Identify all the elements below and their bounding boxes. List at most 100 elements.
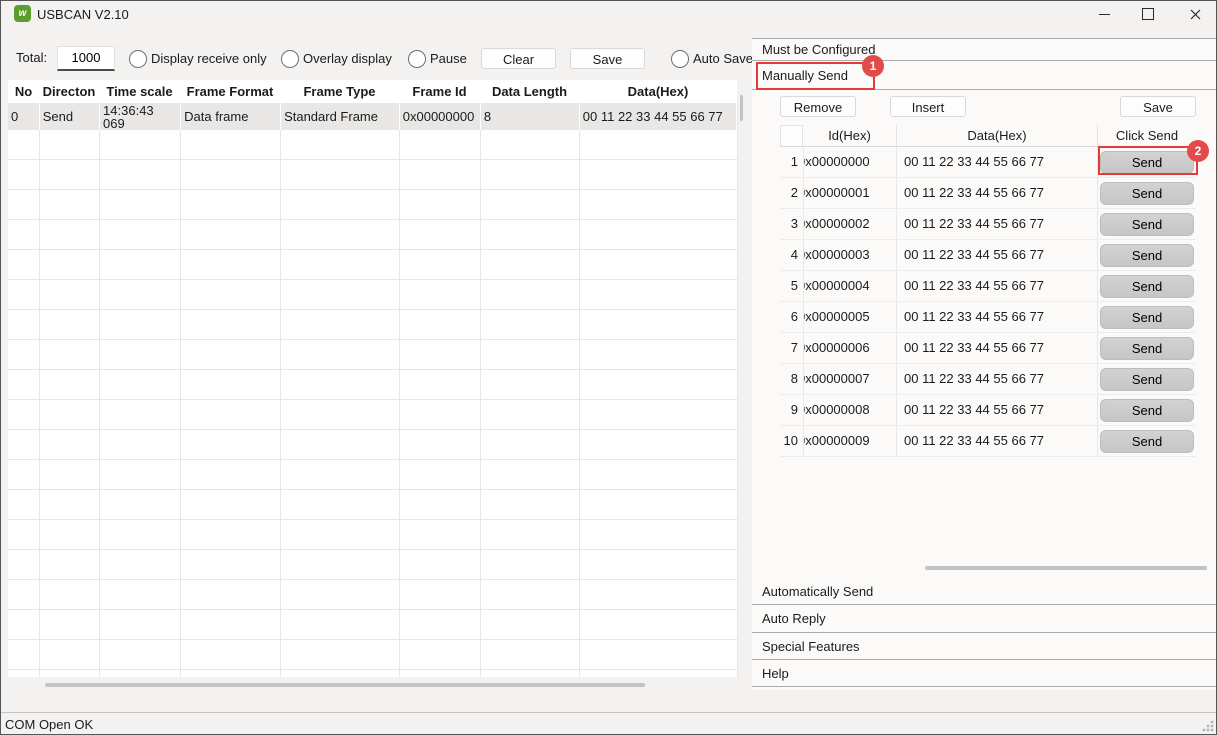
row-id-cell[interactable]: 0x00000009 <box>803 426 897 456</box>
row-data-cell[interactable]: 00 11 22 33 44 55 66 77 <box>897 147 1098 177</box>
col-frame-type: Frame Type <box>280 84 399 99</box>
row-id-cell[interactable]: 0x00000007 <box>803 364 897 394</box>
grid-line <box>180 130 181 677</box>
row-data-cell[interactable]: 00 11 22 33 44 55 66 77 <box>897 178 1098 208</box>
row-id-cell[interactable]: 0x00000008 <box>803 395 897 425</box>
send-button[interactable]: Send <box>1100 430 1194 453</box>
cell-frame-type: Standard Frame <box>281 103 399 131</box>
row-data-cell[interactable]: 00 11 22 33 44 55 66 77 <box>897 426 1098 456</box>
row-number: 4 <box>780 240 803 270</box>
maximize-icon <box>1142 8 1154 20</box>
send-button[interactable]: Send <box>1100 182 1194 205</box>
status-text: COM Open OK <box>5 717 93 732</box>
cell-frame-id: 0x00000000 <box>400 103 480 131</box>
row-number: 7 <box>780 333 803 363</box>
send-button[interactable]: Send <box>1100 275 1194 298</box>
manual-table-row: 1 0x00000000 00 11 22 33 44 55 66 77 Sen… <box>780 147 1196 178</box>
row-data-cell[interactable]: 00 11 22 33 44 55 66 77 <box>897 271 1098 301</box>
manual-panel-hscrollbar[interactable] <box>925 566 1207 570</box>
receive-table-hscrollbar[interactable] <box>45 683 645 687</box>
grid-line <box>480 130 481 677</box>
row-id-cell[interactable]: 0x00000006 <box>803 333 897 363</box>
row-data-cell[interactable]: 00 11 22 33 44 55 66 77 <box>897 240 1098 270</box>
accordion-special-features[interactable]: Special Features <box>752 633 1217 660</box>
save-button[interactable]: Save <box>570 48 645 69</box>
col-data-length: Data Length <box>480 84 579 99</box>
cell-direction: Send <box>40 103 99 131</box>
row-id-cell[interactable]: 0x00000005 <box>803 302 897 332</box>
send-button[interactable]: Send <box>1100 244 1194 267</box>
row-data-cell[interactable]: 00 11 22 33 44 55 66 77 <box>897 302 1098 332</box>
col-time-scale: Time scale <box>99 84 180 99</box>
minimize-button[interactable] <box>1084 0 1124 28</box>
table-right-edge <box>737 101 738 677</box>
manual-table-row: 2 0x00000001 00 11 22 33 44 55 66 77 Sen… <box>780 178 1196 209</box>
col-no: No <box>8 84 39 99</box>
grid-line <box>579 130 580 677</box>
receive-table-row[interactable]: 0 Send 14:36:43069 Data frame Standard F… <box>8 103 737 131</box>
resize-grip[interactable] <box>1202 720 1214 732</box>
remove-button[interactable]: Remove <box>780 96 856 117</box>
display-receive-only-checkbox[interactable] <box>129 50 147 68</box>
statusbar-divider <box>0 712 1217 713</box>
row-number: 10 <box>780 426 803 456</box>
row-id-cell[interactable]: 0x00000001 <box>803 178 897 208</box>
row-id-cell[interactable]: 0x00000002 <box>803 209 897 239</box>
col-row-number <box>780 125 803 147</box>
receive-table-vscrollbar[interactable] <box>740 95 743 121</box>
row-number: 2 <box>780 178 803 208</box>
row-data-cell[interactable]: 00 11 22 33 44 55 66 77 <box>897 333 1098 363</box>
row-id-cell[interactable]: 0x00000003 <box>803 240 897 270</box>
accordion-automatically-send[interactable]: Automatically Send <box>752 579 1217 605</box>
manual-table-row: 6 0x00000005 00 11 22 33 44 55 66 77 Sen… <box>780 302 1196 333</box>
accordion-must-be-configured[interactable]: Must be Configured <box>752 38 1217 61</box>
send-button[interactable]: Send <box>1100 306 1194 329</box>
overlay-display-checkbox[interactable] <box>281 50 299 68</box>
accordion-auto-reply[interactable]: Auto Reply <box>752 605 1217 633</box>
accordion-manually-send[interactable]: Manually Send <box>752 62 1217 90</box>
row-data-cell[interactable]: 00 11 22 33 44 55 66 77 <box>897 209 1098 239</box>
maximize-button[interactable] <box>1128 0 1168 28</box>
send-button[interactable]: Send <box>1100 151 1194 174</box>
manual-table-row: 9 0x00000008 00 11 22 33 44 55 66 77 Sen… <box>780 395 1196 426</box>
overlay-display-label: Overlay display <box>303 51 392 66</box>
close-button[interactable] <box>1175 0 1215 28</box>
row-number: 5 <box>780 271 803 301</box>
row-id-cell[interactable]: 0x00000000 <box>803 147 897 177</box>
manual-table-row: 8 0x00000007 00 11 22 33 44 55 66 77 Sen… <box>780 364 1196 395</box>
cell-time-scale: 14:36:43069 <box>100 103 180 131</box>
receive-table: No Directon Time scale Frame Format Fram… <box>8 80 737 131</box>
clear-button[interactable]: Clear <box>481 48 556 69</box>
col-id-hex: Id(Hex) <box>803 125 897 147</box>
row-data-cell[interactable]: 00 11 22 33 44 55 66 77 <box>897 364 1098 394</box>
row-id-cell[interactable]: 0x00000004 <box>803 271 897 301</box>
auto-save-checkbox[interactable] <box>671 50 689 68</box>
insert-button[interactable]: Insert <box>890 96 966 117</box>
total-label: Total: <box>16 50 47 65</box>
manual-table-row: 7 0x00000006 00 11 22 33 44 55 66 77 Sen… <box>780 333 1196 364</box>
grid-line <box>39 130 40 677</box>
grid-line <box>280 130 281 677</box>
send-button[interactable]: Send <box>1100 399 1194 422</box>
manual-save-button[interactable]: Save <box>1120 96 1196 117</box>
send-button[interactable]: Send <box>1100 337 1194 360</box>
app-logo-icon: w <box>14 5 31 22</box>
total-input[interactable] <box>57 46 115 71</box>
cell-frame-format: Data frame <box>181 103 280 131</box>
send-button[interactable]: Send <box>1100 368 1194 391</box>
send-button[interactable]: Send <box>1100 213 1194 236</box>
display-receive-only-label: Display receive only <box>151 51 267 66</box>
row-number: 3 <box>780 209 803 239</box>
col-data-hex: Data(Hex) <box>897 125 1098 147</box>
window-title: USBCAN V2.10 <box>37 7 129 22</box>
row-number: 1 <box>780 147 803 177</box>
manual-table-row: 4 0x00000003 00 11 22 33 44 55 66 77 Sen… <box>780 240 1196 271</box>
pause-checkbox[interactable] <box>408 50 426 68</box>
manual-table-row: 10 0x00000009 00 11 22 33 44 55 66 77 Se… <box>780 426 1196 457</box>
grid-line <box>399 130 400 677</box>
col-data-hex: Data(Hex) <box>579 84 737 99</box>
col-frame-id: Frame Id <box>399 84 480 99</box>
row-data-cell[interactable]: 00 11 22 33 44 55 66 77 <box>897 395 1098 425</box>
receive-table-header: No Directon Time scale Frame Format Fram… <box>8 80 737 102</box>
accordion-help[interactable]: Help <box>752 660 1217 687</box>
